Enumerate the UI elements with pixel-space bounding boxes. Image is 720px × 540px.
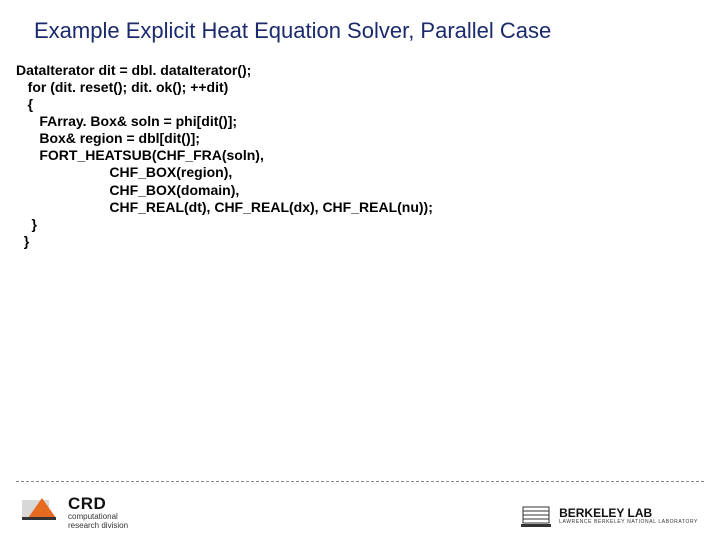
crd-sub1: computational [68, 513, 128, 521]
crd-mark-icon [22, 494, 62, 524]
footer-divider [16, 481, 704, 482]
berkeley-lab-mark-icon [521, 504, 551, 528]
code-line: CHF_BOX(region), [16, 164, 232, 180]
crd-title: CRD [68, 495, 128, 512]
code-line: Box& region = dbl[dit()]; [16, 130, 200, 146]
crd-sub2: research division [68, 522, 128, 530]
code-line: for (dit. reset(); dit. ok(); ++dit) [16, 79, 228, 95]
code-line: DataIterator dit = dbl. dataIterator(); [16, 62, 251, 78]
code-line: } [16, 216, 37, 232]
footer: CRD computational research division BERK… [0, 484, 720, 540]
code-line: } [16, 233, 29, 249]
crd-text: CRD computational research division [68, 494, 128, 530]
code-line: CHF_BOX(domain), [16, 182, 239, 198]
crd-logo: CRD computational research division [22, 494, 128, 530]
slide-title: Example Explicit Heat Equation Solver, P… [34, 18, 700, 44]
berkeley-lab-logo: BERKELEY LAB LAWRENCE BERKELEY NATIONAL … [521, 504, 698, 528]
code-line: CHF_REAL(dt), CHF_REAL(dx), CHF_REAL(nu)… [16, 199, 433, 215]
code-block: DataIterator dit = dbl. dataIterator(); … [16, 62, 700, 250]
code-line: FORT_HEATSUB(CHF_FRA(soln), [16, 147, 264, 163]
code-line: { [16, 96, 33, 112]
code-line: FArray. Box& soln = phi[dit()]; [16, 113, 237, 129]
berkeley-lab-text: BERKELEY LAB LAWRENCE BERKELEY NATIONAL … [559, 507, 698, 525]
berkeley-lab-sub: LAWRENCE BERKELEY NATIONAL LABORATORY [559, 520, 698, 525]
berkeley-lab-title: BERKELEY LAB [559, 507, 652, 519]
